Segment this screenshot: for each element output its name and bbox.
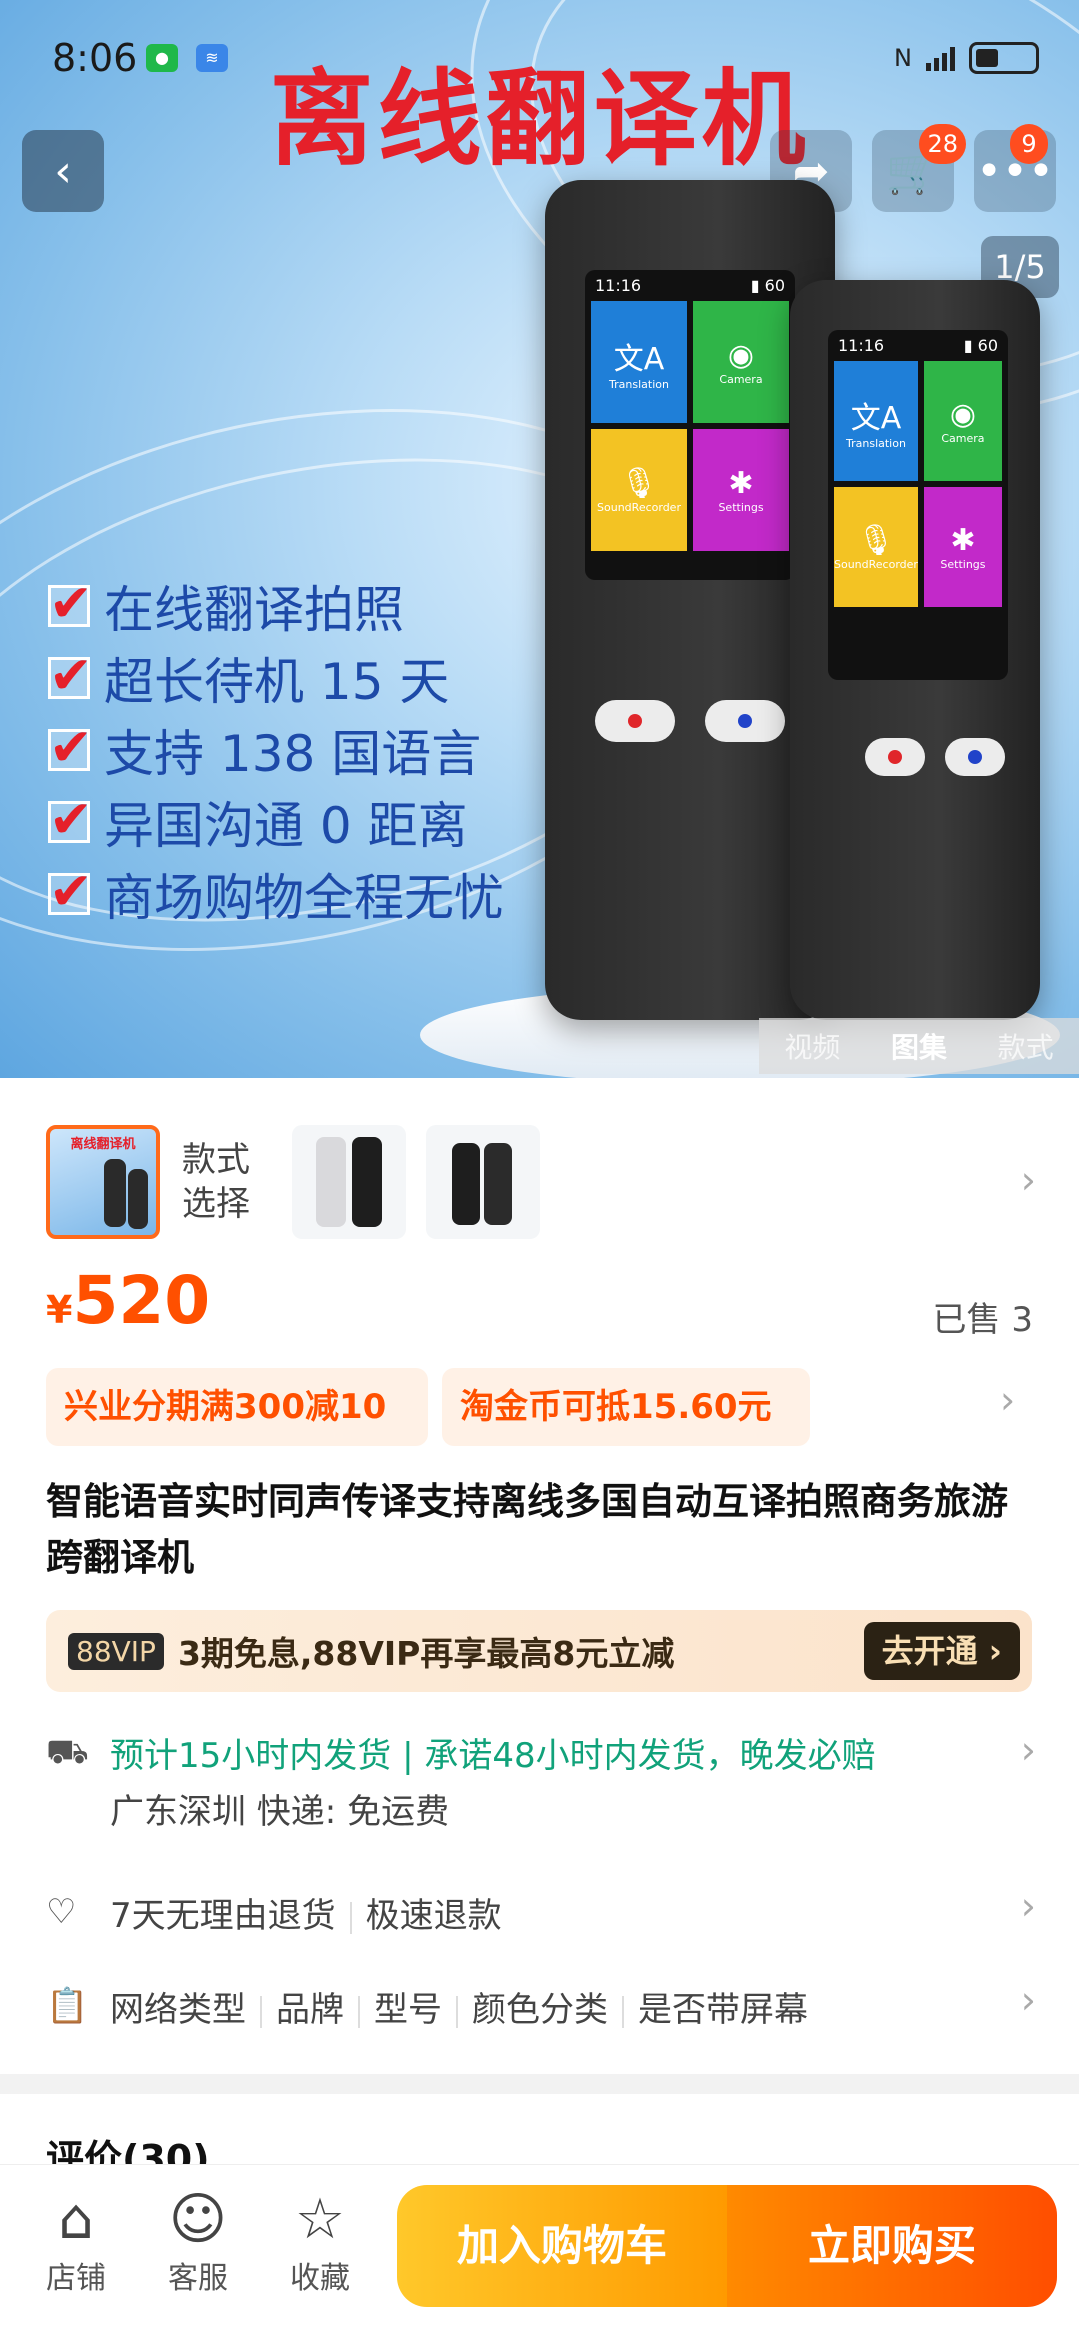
param-color: 颜色分类 bbox=[472, 1990, 608, 2030]
add-to-cart-button[interactable]: 加入购物车 bbox=[397, 2185, 727, 2307]
star-icon: ☆ bbox=[294, 2187, 346, 2252]
shipping-estimate: 预计15小时内发货 bbox=[110, 1736, 392, 1776]
sku-thumb-silver[interactable] bbox=[292, 1125, 406, 1239]
feature-item: ✔ 在线翻译拍照 bbox=[48, 574, 404, 639]
feature-item: ✔ 异国沟通 0 距离 bbox=[48, 790, 468, 855]
settings-icon: ✱ bbox=[728, 466, 754, 501]
param-model: 型号 bbox=[374, 1990, 442, 2030]
favorite-button[interactable]: ☆ 收藏 bbox=[270, 2187, 370, 2297]
param-screen: 是否带屏幕 bbox=[638, 1990, 808, 2030]
microphone-icon: 🎙 bbox=[856, 523, 896, 558]
more-button[interactable]: ••• 9 bbox=[974, 124, 1056, 212]
back-button[interactable]: ‹ bbox=[22, 130, 104, 212]
settings-icon: ✱ bbox=[950, 523, 976, 558]
tab-gallery[interactable]: 图集 bbox=[891, 1026, 947, 1066]
feature-list: ✔ 在线翻译拍照 ✔ 超长待机 15 天 ✔ 支持 138 国语言 ✔ 异国沟通 0 距… bbox=[48, 570, 504, 930]
promo-installment[interactable]: 兴业分期满300减10 bbox=[46, 1368, 428, 1446]
vip-banner[interactable]: 88VIP 3期免息,88VIP再享最高8元立减 去开通 › bbox=[46, 1610, 1032, 1692]
param-brand: 品牌 bbox=[276, 1990, 344, 2030]
service-return: 7天无理由退货 bbox=[110, 1896, 336, 1936]
truck-icon: ⛟ bbox=[46, 1732, 89, 1772]
check-icon: ✔ bbox=[49, 574, 93, 634]
buy-now-button[interactable]: 立即购买 bbox=[727, 2185, 1057, 2307]
sold-count: 已售 3 bbox=[932, 1300, 1033, 1340]
product-detail-page: 8:06 ● ≋ N 离线翻译机 ‹ ➦ 🛒 28 ••• 9 1/5 ✔ 在线翻… bbox=[0, 0, 1079, 2331]
feature-item: ✔ 商场购物全程无忧 bbox=[48, 862, 504, 927]
customer-service-button[interactable]: ☺ 客服 bbox=[148, 2187, 248, 2297]
chevron-right-icon: › bbox=[1020, 1158, 1036, 1202]
tab-styles[interactable]: 款式 bbox=[998, 1026, 1054, 1066]
more-badge: 9 bbox=[1010, 124, 1048, 164]
chevron-right-icon: › bbox=[1000, 1378, 1016, 1422]
service-row[interactable]: ♡ 7天无理由退货 极速退款 › bbox=[46, 1884, 1036, 1938]
translator-device-angled: 11:16 ▮ 60 文A Translation ◉ Camera 🎙 SoundRe… bbox=[790, 280, 1040, 1020]
check-icon: ✔ bbox=[49, 646, 93, 706]
feature-item: ✔ 超长待机 15 天 bbox=[48, 646, 450, 711]
chevron-right-icon: › bbox=[1020, 1884, 1036, 1928]
shipping-row[interactable]: ⛟ 预计15小时内发货 | 承诺48小时内发货，晚发必赔 广东深圳 快递: 免运… bbox=[46, 1728, 1036, 1838]
clipboard-icon: 📋 bbox=[46, 1986, 89, 2026]
check-icon: ✔ bbox=[49, 862, 93, 922]
translation-icon: 文A bbox=[613, 341, 665, 377]
heart-shield-icon: ♡ bbox=[46, 1892, 77, 1932]
camera-icon: ◉ bbox=[727, 338, 755, 373]
product-title: 智能语音实时同声传译支持离线多国自动互译拍照商务旅游跨翻译机 bbox=[46, 1480, 1008, 1579]
product-image-carousel[interactable]: 8:06 ● ≋ N 离线翻译机 ‹ ➦ 🛒 28 ••• 9 1/5 ✔ 在线翻… bbox=[0, 0, 1079, 1078]
media-tabs: 视频 图集 款式 bbox=[759, 1018, 1079, 1074]
sku-label: 款式选择 bbox=[182, 1140, 250, 1224]
camera-icon: ◉ bbox=[949, 397, 977, 432]
tab-video[interactable]: 视频 bbox=[784, 1026, 840, 1066]
bottom-action-bar: ⌂ 店铺 ☺ 客服 ☆ 收藏 加入购物车 立即购买 bbox=[0, 2164, 1079, 2331]
section-divider bbox=[0, 2074, 1079, 2094]
check-icon: ✔ bbox=[49, 718, 93, 778]
chevron-right-icon: › bbox=[1020, 1978, 1036, 2022]
vip-badge: 88VIP bbox=[68, 1632, 164, 1670]
feature-item: ✔ 支持 138 国语言 bbox=[48, 718, 482, 783]
param-network: 网络类型 bbox=[110, 1990, 246, 2030]
sku-thumb-black[interactable] bbox=[426, 1125, 540, 1239]
sku-thumb-selected[interactable]: 离线翻译机 bbox=[46, 1125, 160, 1239]
sku-selector[interactable]: 离线翻译机 款式选择 › bbox=[46, 1124, 1036, 1240]
chat-face-icon: ☺ bbox=[168, 2187, 228, 2252]
price: ¥520 bbox=[46, 1262, 211, 1339]
vip-open-button[interactable]: 去开通 › bbox=[863, 1622, 1020, 1680]
shipping-promise: 承诺48小时内发货，晚发必赔 bbox=[424, 1736, 876, 1776]
translation-icon: 文A bbox=[850, 400, 902, 436]
cart-badge: 28 bbox=[919, 124, 966, 164]
chevron-right-icon: › bbox=[1020, 1728, 1036, 1772]
check-icon: ✔ bbox=[49, 790, 93, 850]
promo-coins[interactable]: 淘金币可抵15.60元 bbox=[442, 1368, 810, 1446]
microphone-icon: 🎙 bbox=[619, 466, 659, 501]
store-icon: ⌂ bbox=[58, 2187, 94, 2252]
vip-text: 3期免息,88VIP再享最高8元立减 bbox=[177, 1634, 675, 1673]
shipping-origin: 广东深圳 快递: 免运费 bbox=[110, 1792, 450, 1832]
sku-thumb-logo: 离线翻译机 bbox=[70, 1137, 136, 1152]
store-button[interactable]: ⌂ 店铺 bbox=[26, 2187, 126, 2297]
reviews-header[interactable]: 评价(30) bbox=[46, 2128, 210, 2164]
service-refund: 极速退款 bbox=[365, 1896, 502, 1936]
cart-button[interactable]: 🛒 28 bbox=[872, 124, 966, 212]
params-row[interactable]: 📋 网络类型 品牌 型号 颜色分类 是否带屏幕 › bbox=[46, 1978, 1036, 2032]
